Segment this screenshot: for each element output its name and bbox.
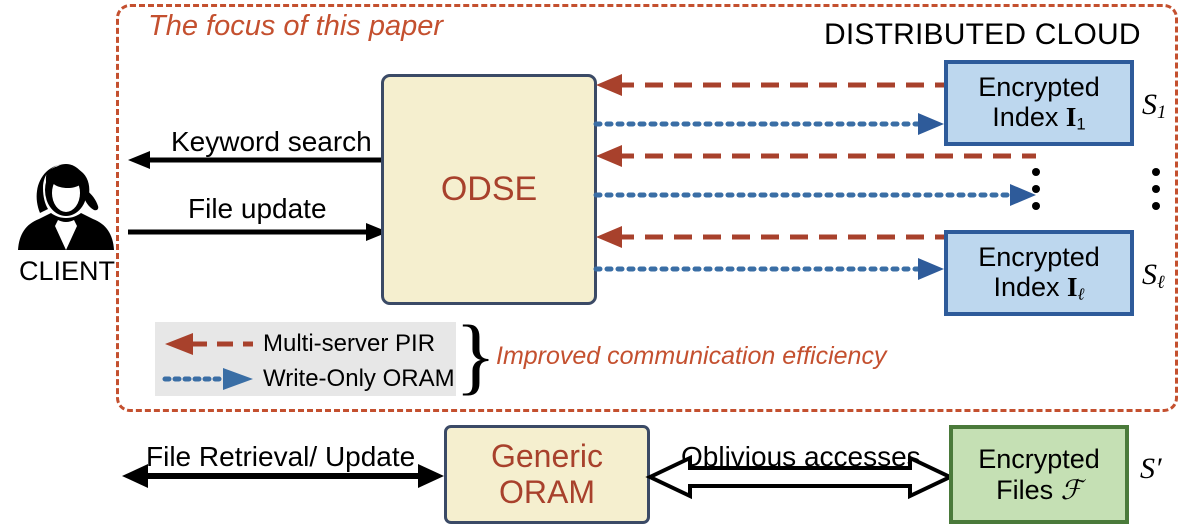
- legend-box: Multi-server PIR Write-Only ORAM: [155, 322, 456, 396]
- legend-item-multi-server-pir: Multi-server PIR: [165, 326, 448, 361]
- server-label-l: Sℓ: [1142, 258, 1165, 294]
- encrypted-files-line1: Encrypted: [978, 444, 1100, 475]
- focus-region-label: The focus of this paper: [148, 10, 443, 42]
- legend-label-write-only-oram: Write-Only ORAM: [263, 364, 455, 392]
- pir-arrow-server-l: [596, 226, 944, 248]
- dotted-right-arrow-icon: [162, 367, 253, 390]
- index-symbol-l: I: [1067, 271, 1078, 302]
- encrypted-index-box-1[interactable]: Encrypted Index I1: [944, 60, 1134, 146]
- generic-oram-line1: Generic: [490, 437, 604, 474]
- client-label: CLIENT: [18, 256, 116, 286]
- oram-arrow-middle: [593, 184, 1036, 206]
- index-symbol-1: I: [1065, 101, 1077, 132]
- odse-label: ODSE: [440, 170, 538, 209]
- server-label-1: S1: [1142, 88, 1166, 124]
- vertical-ellipsis-servers-icon: [1152, 168, 1160, 210]
- user-silhouette-icon: [14, 160, 118, 254]
- distributed-cloud-label: DISTRIBUTED CLOUD: [824, 18, 1141, 51]
- files-word: Files: [996, 474, 1061, 505]
- encrypted-index-box-1-line2: Index I1: [992, 102, 1085, 134]
- encrypted-index-box-1-line1: Encrypted: [978, 71, 1100, 102]
- oram-arrow-server-1: [593, 113, 944, 135]
- generic-oram-line2: ORAM: [499, 473, 595, 510]
- file-retrieval-update-arrow: [122, 464, 444, 488]
- legend-item-write-only-oram: Write-Only ORAM: [162, 361, 455, 396]
- server-symbol-1: S: [1142, 88, 1157, 121]
- server-label-prime: S′: [1140, 452, 1162, 485]
- encrypted-index-box-l-line2: Index Iℓ: [993, 272, 1084, 304]
- encrypted-files-box[interactable]: Encrypted Files ℱ: [949, 425, 1129, 524]
- oblivious-accesses-arrow: [645, 454, 955, 500]
- legend-label-multi-server-pir: Multi-server PIR: [263, 329, 436, 357]
- pir-arrow-server-1: [596, 74, 944, 96]
- files-symbol: ℱ: [1060, 474, 1082, 505]
- diagram-canvas: The focus of this paper DISTRIBUTED CLOU…: [0, 0, 1188, 530]
- oram-arrow-server-l: [593, 258, 944, 280]
- vertical-ellipsis-boxes-icon: [1032, 168, 1040, 210]
- file-update-arrow: [128, 222, 388, 242]
- odse-box[interactable]: ODSE: [381, 74, 597, 305]
- improved-efficiency-label: Improved communication efficiency: [496, 342, 887, 370]
- index-subscript-l: ℓ: [1077, 284, 1085, 304]
- server-subscript-1: 1: [1157, 102, 1167, 124]
- dashed-left-arrow-icon: [165, 332, 253, 355]
- index-word-l: Index: [993, 271, 1068, 302]
- generic-oram-box[interactable]: Generic ORAM: [444, 425, 650, 524]
- curly-brace-icon: }: [455, 307, 497, 403]
- keyword-search-arrow: [128, 150, 388, 170]
- index-word-1: Index: [992, 101, 1066, 132]
- server-subscript-l: ℓ: [1157, 272, 1165, 294]
- pir-arrow-middle: [596, 145, 1036, 167]
- server-symbol-l: S: [1142, 258, 1157, 291]
- encrypted-index-box-l[interactable]: Encrypted Index Iℓ: [944, 230, 1134, 316]
- file-update-label: File update: [188, 193, 327, 224]
- encrypted-index-box-l-line1: Encrypted: [978, 241, 1100, 272]
- index-subscript-1: 1: [1076, 114, 1086, 134]
- encrypted-files-line2: Files ℱ: [996, 475, 1082, 505]
